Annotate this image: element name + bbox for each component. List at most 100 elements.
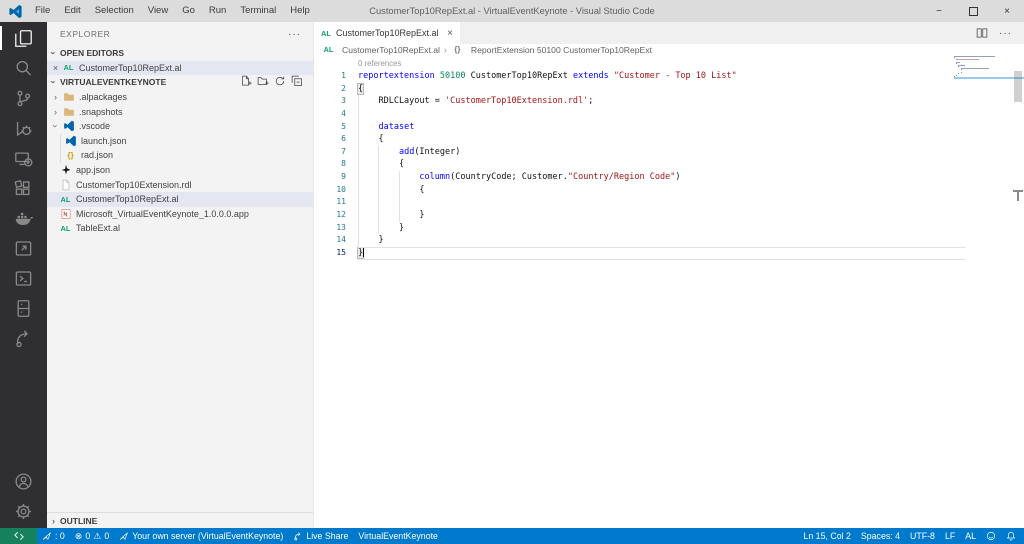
menu-selection[interactable]: Selection	[88, 0, 141, 22]
terminal-icon[interactable]	[0, 263, 47, 293]
account-icon[interactable]	[0, 466, 47, 496]
menu-terminal[interactable]: Terminal	[233, 0, 283, 22]
tree-item-customertop10extension-rdl[interactable]: CustomerTop10Extension.rdl	[47, 177, 313, 192]
status-cursor-position[interactable]: Ln 15, Col 2	[798, 531, 855, 541]
status-eol[interactable]: LF	[940, 531, 960, 541]
menu-help[interactable]: Help	[283, 0, 317, 22]
menu-go[interactable]: Go	[175, 0, 202, 22]
docker-icon[interactable]	[0, 203, 47, 233]
new-file-icon[interactable]	[240, 75, 252, 89]
status-encoding[interactable]: UTF-8	[905, 531, 940, 541]
open-editors-list: × AL CustomerTop10RepExt.al	[47, 60, 313, 76]
code-line-14[interactable]: 14 }	[314, 234, 966, 247]
breadcrumb-segment[interactable]: AL CustomerTop10RepExt.al	[322, 44, 440, 56]
code-line-11[interactable]: 11	[314, 196, 966, 209]
status-workspace-name[interactable]: VirtualEventKeynote	[353, 531, 443, 541]
code-line-9[interactable]: 9 column(CountryCode; Customer."Country/…	[314, 171, 966, 184]
tab-close-icon[interactable]: ×	[447, 28, 453, 39]
tree-item-launch-json[interactable]: launch.json	[47, 133, 313, 149]
tree-item-app-json[interactable]: app.json	[47, 163, 313, 178]
status-right: Ln 15, Col 2 Spaces: 4 UTF-8 LF AL	[798, 531, 1024, 541]
code-line-8[interactable]: 8 {	[314, 158, 966, 171]
breadcrumb-segment[interactable]: {} ReportExtension 50100 CustomerTop10Rep…	[451, 44, 652, 56]
status-language-mode[interactable]: AL	[960, 531, 981, 541]
workspace-actions	[240, 75, 303, 89]
code-line-3[interactable]: 3 RDLCLayout = 'CustomerTop10Extension.r…	[314, 95, 966, 108]
line-number: 14	[336, 235, 346, 245]
codelens-references[interactable]: 0 references	[314, 55, 1024, 70]
close-editor-icon[interactable]: ×	[49, 63, 62, 73]
status-feedback[interactable]	[981, 531, 1001, 541]
remote-indicator[interactable]	[0, 528, 37, 544]
editor-scrollbar[interactable]	[1014, 71, 1022, 102]
explorer-more-actions[interactable]: ···	[288, 29, 301, 40]
code-line-10[interactable]: 10 {	[314, 184, 966, 197]
menu-run[interactable]: Run	[202, 0, 233, 22]
settings-gear-icon[interactable]	[0, 496, 47, 526]
line-content: {	[358, 83, 364, 94]
outline-section[interactable]: › OUTLINE	[47, 512, 313, 528]
code-line-12[interactable]: 12 }	[314, 209, 966, 222]
vscode-window: { "window": { "title": "CustomerTop10Rep…	[0, 0, 1024, 544]
run-and-debug-icon[interactable]	[0, 113, 47, 143]
menu-edit[interactable]: Edit	[57, 0, 87, 22]
minimize-button[interactable]: −	[922, 0, 956, 22]
open-editor-item[interactable]: × AL CustomerTop10RepExt.al	[47, 60, 313, 76]
menu-file[interactable]: File	[28, 0, 57, 22]
tree-item-label: launch.json	[81, 135, 127, 146]
status-notifications[interactable]	[1001, 531, 1021, 541]
minimap-line	[956, 58, 980, 60]
tree-item-microsoft-virtualeventkeynote-1-0-0-0-app[interactable]: Microsoft_VirtualEventKeynote_1.0.0.0.ap…	[47, 207, 313, 222]
status-problems[interactable]: ⊗ 0 ⚠ 0	[70, 531, 114, 541]
search-icon[interactable]	[0, 53, 47, 83]
tree-item-label: TableExt.al	[76, 223, 121, 234]
feedback-icon	[986, 531, 996, 541]
tree-item-rad-json[interactable]: {} rad.json	[47, 148, 313, 163]
tree-item-customertop10repext-al[interactable]: AL CustomerTop10RepExt.al	[47, 191, 313, 207]
close-button[interactable]: ×	[990, 0, 1024, 22]
code-line-13[interactable]: 13 }	[314, 222, 966, 235]
tree-item--vscode[interactable]: › .vscode	[47, 119, 313, 134]
breadcrumb: AL CustomerTop10RepExt.al › {} ReportExtensi…	[314, 44, 1024, 55]
vscode-icon	[62, 120, 75, 132]
window-arrow-icon[interactable]	[0, 233, 47, 263]
explorer-icon[interactable]	[0, 23, 47, 53]
status-live-share[interactable]: Live Share	[288, 531, 353, 541]
maximize-button[interactable]	[956, 0, 990, 22]
tree-item-tableext-al[interactable]: AL TableExt.al	[47, 221, 313, 236]
code-line-15[interactable]: 15}	[314, 246, 966, 260]
al-file-icon: AL	[63, 63, 74, 73]
tree-item--snapshots[interactable]: › .snapshots	[47, 104, 313, 119]
remote-monitor-icon[interactable]	[0, 143, 47, 173]
open-editors-header[interactable]: › OPEN EDITORS	[47, 46, 313, 61]
activity-bar-bottom	[0, 466, 47, 528]
code-line-1[interactable]: 1 reportextension 50100 CustomerTop10RepE…	[314, 70, 966, 83]
code-lines: 1 reportextension 50100 CustomerTop10RepE…	[314, 70, 1024, 260]
storage-icon[interactable]	[0, 293, 47, 323]
status-al-counter[interactable]: : 0	[37, 531, 70, 541]
new-folder-icon[interactable]	[257, 75, 269, 89]
workspace-header[interactable]: › VIRTUALEVENTKEYNOTE	[47, 75, 313, 90]
status-al-server[interactable]: Your own server (VirtualEventKeynote)	[114, 531, 288, 541]
code-line-2[interactable]: 2{	[314, 83, 966, 96]
live-share-icon[interactable]	[0, 323, 47, 353]
collapse-folders-icon[interactable]	[291, 75, 303, 89]
tool-icon	[59, 164, 72, 176]
code-line-5[interactable]: 5 dataset	[314, 121, 966, 134]
status-indentation[interactable]: Spaces: 4	[856, 531, 905, 541]
more-actions-icon[interactable]: ···	[999, 28, 1012, 39]
tree-item--alpackages[interactable]: › .alpackages	[47, 90, 313, 105]
code-line-6[interactable]: 6 {	[314, 133, 966, 146]
split-editor-icon[interactable]	[976, 27, 988, 39]
line-content: dataset	[378, 121, 415, 132]
source-control-icon[interactable]	[0, 83, 47, 113]
minimap-line	[954, 57, 955, 59]
tab-customertop10repext[interactable]: AL CustomerTop10RepExt.al ×	[314, 22, 460, 44]
code-line-7[interactable]: 7 add(Integer)	[314, 146, 966, 159]
minimap[interactable]	[954, 55, 1024, 528]
explorer-title: EXPLORER	[60, 29, 111, 39]
code-line-4[interactable]: 4	[314, 108, 966, 121]
menu-view[interactable]: View	[141, 0, 175, 22]
extensions-icon[interactable]	[0, 173, 47, 203]
refresh-explorer-icon[interactable]	[274, 75, 286, 89]
